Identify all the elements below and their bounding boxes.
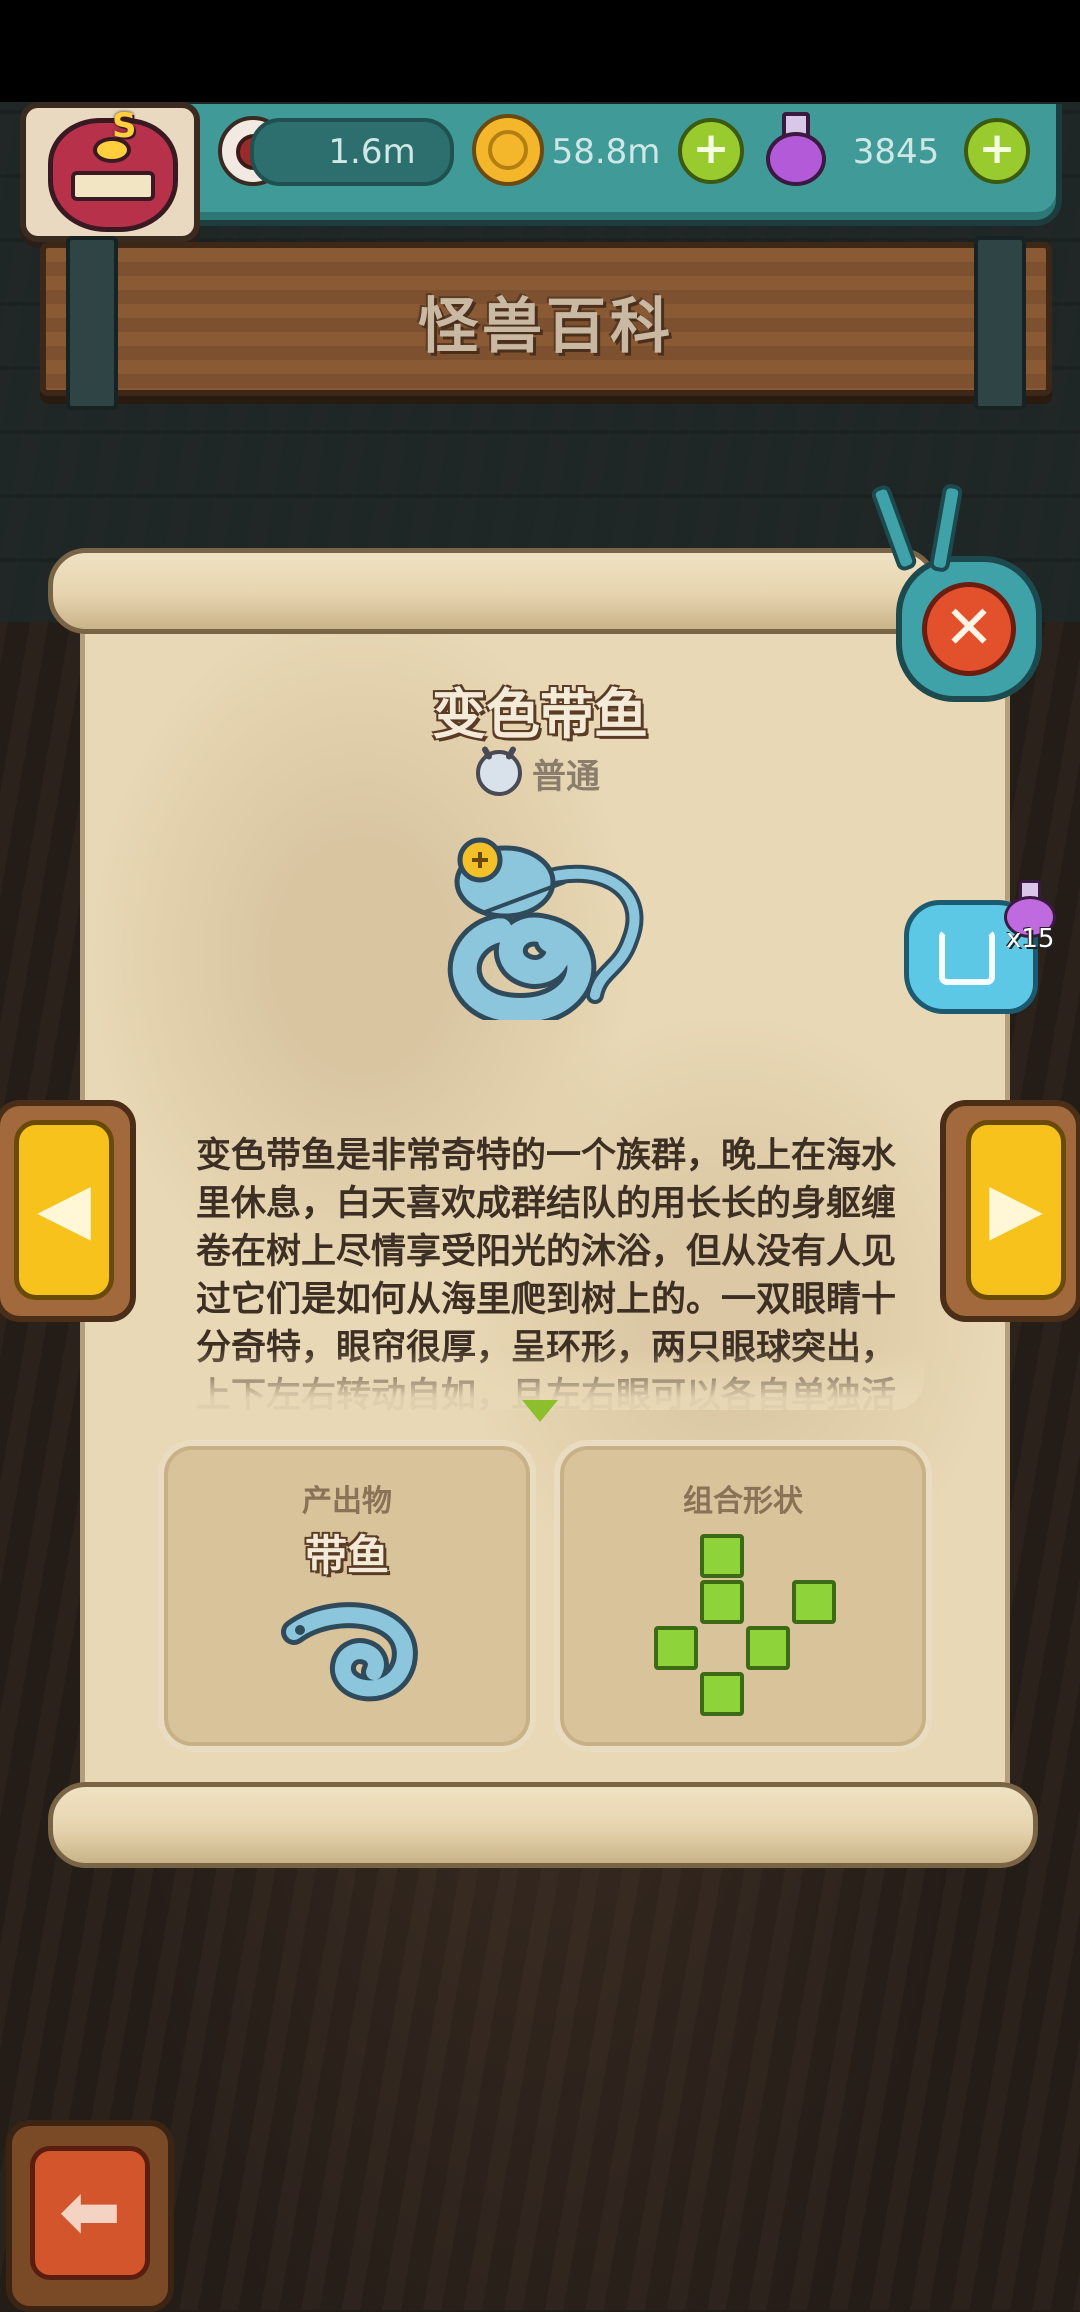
shape-panel: 组合形状 [554,1440,932,1752]
scroll-top-rod [48,548,938,634]
shape-cell [700,1580,744,1624]
avatar-badge: S [112,106,137,146]
rarity-tag: 普通 [476,750,600,797]
output-panel: 产出物 带鱼 [158,1440,536,1752]
eyes-counter: 1.6m [250,118,454,186]
shape-cell [700,1672,744,1716]
description-box[interactable]: 变色带鱼是非常奇特的一个族群，晚上在海水里休息，白天喜欢成群结队的用长长的身躯缠… [156,1120,924,1410]
status-bar [0,0,1080,102]
potions-value: 3845 [852,132,940,172]
left-arrow-icon: ◀ [14,1120,114,1300]
ribbonfish-product-icon [281,1602,418,1702]
shape-cell [792,1580,836,1624]
page-title: 怪兽百科 [418,292,674,362]
shape-label: 组合形状 [683,1484,803,1519]
share-icon [939,929,995,985]
shape-cell [700,1534,744,1578]
output-label: 产出物 [302,1484,392,1519]
rarity-horned-skull-icon [476,750,522,796]
back-arrow-icon: ⬅ [30,2146,150,2280]
right-arrow-icon: ▶ [966,1120,1066,1300]
coins-value: 58.8m [551,132,661,172]
monster-eel-illustration [447,837,644,1020]
shape-cell [746,1626,790,1670]
scroll-bottom-rod [48,1782,1038,1868]
close-icon: ✕ [922,582,1016,676]
potions-counter: 3845 [812,118,980,186]
eyes-value: 1.6m [328,132,416,172]
share-reward-count: x15 [1006,924,1055,954]
output-value: 带鱼 [304,1531,389,1580]
add-coins-button[interactable]: + [678,118,744,184]
rarity-label: 普通 [532,756,600,797]
previous-monster-button[interactable]: ◀ [0,1100,136,1322]
monster-name: 变色带鱼 [432,683,648,746]
scroll-down-indicator-icon [522,1400,558,1422]
title-plank: 怪兽百科 [40,236,1052,410]
add-potions-button[interactable]: + [964,118,1030,184]
next-monster-button[interactable]: ▶ [940,1100,1080,1322]
back-button[interactable]: ⬅ [6,2120,174,2312]
shape-cell [654,1626,698,1670]
player-avatar[interactable]: S [20,102,200,242]
